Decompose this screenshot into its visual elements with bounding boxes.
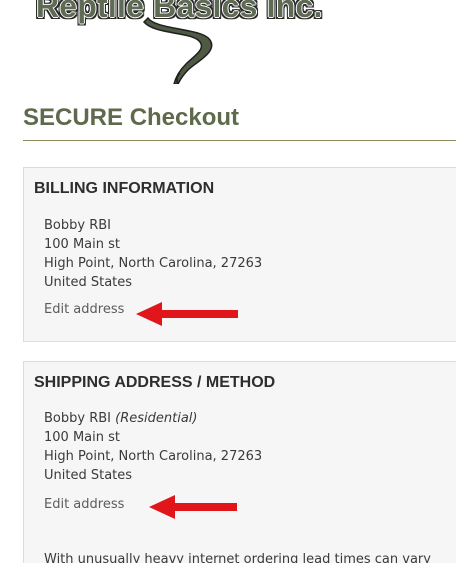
shipping-edit-address-link[interactable]: Edit address (44, 497, 124, 512)
shipping-address-type: (Residential) (115, 411, 198, 426)
billing-city-line: High Point, North Carolina, 27263 (44, 256, 263, 271)
page-title: SECURE Checkout (23, 104, 240, 131)
shipping-name: Bobby RBI (44, 411, 111, 426)
billing-name: Bobby RBI (44, 218, 111, 233)
shipping-street: 100 Main st (44, 430, 120, 445)
billing-street: 100 Main st (44, 237, 120, 252)
logo-text: Reptile Basics Inc. (36, 0, 323, 24)
shipping-city-line: High Point, North Carolina, 27263 (44, 449, 263, 464)
shipping-country: United States (44, 468, 133, 483)
title-divider (23, 140, 456, 141)
billing-country: United States (44, 275, 133, 290)
checkout-page: Reptile Basics Inc. SECURE Checkout BILL… (0, 0, 456, 563)
red-arrow-left-icon (136, 302, 238, 326)
red-arrow-left-icon (149, 495, 237, 519)
shipping-notice: With unusually heavy internet ordering l… (44, 552, 431, 563)
billing-panel: BILLING INFORMATION Bobby RBI 100 Main s… (23, 167, 456, 342)
billing-heading: BILLING INFORMATION (34, 180, 215, 197)
shipping-panel: SHIPPING ADDRESS / METHOD Bobby RBI (Res… (23, 361, 456, 563)
shipping-heading: SHIPPING ADDRESS / METHOD (34, 374, 276, 391)
site-logo[interactable]: Reptile Basics Inc. (28, 0, 338, 84)
billing-address: Bobby RBI 100 Main st High Point, North … (44, 216, 262, 292)
shipping-name-line: Bobby RBI (Residential) (44, 409, 262, 428)
billing-edit-address-link[interactable]: Edit address (44, 302, 124, 317)
shipping-address: Bobby RBI (Residential) 100 Main st High… (44, 409, 262, 485)
